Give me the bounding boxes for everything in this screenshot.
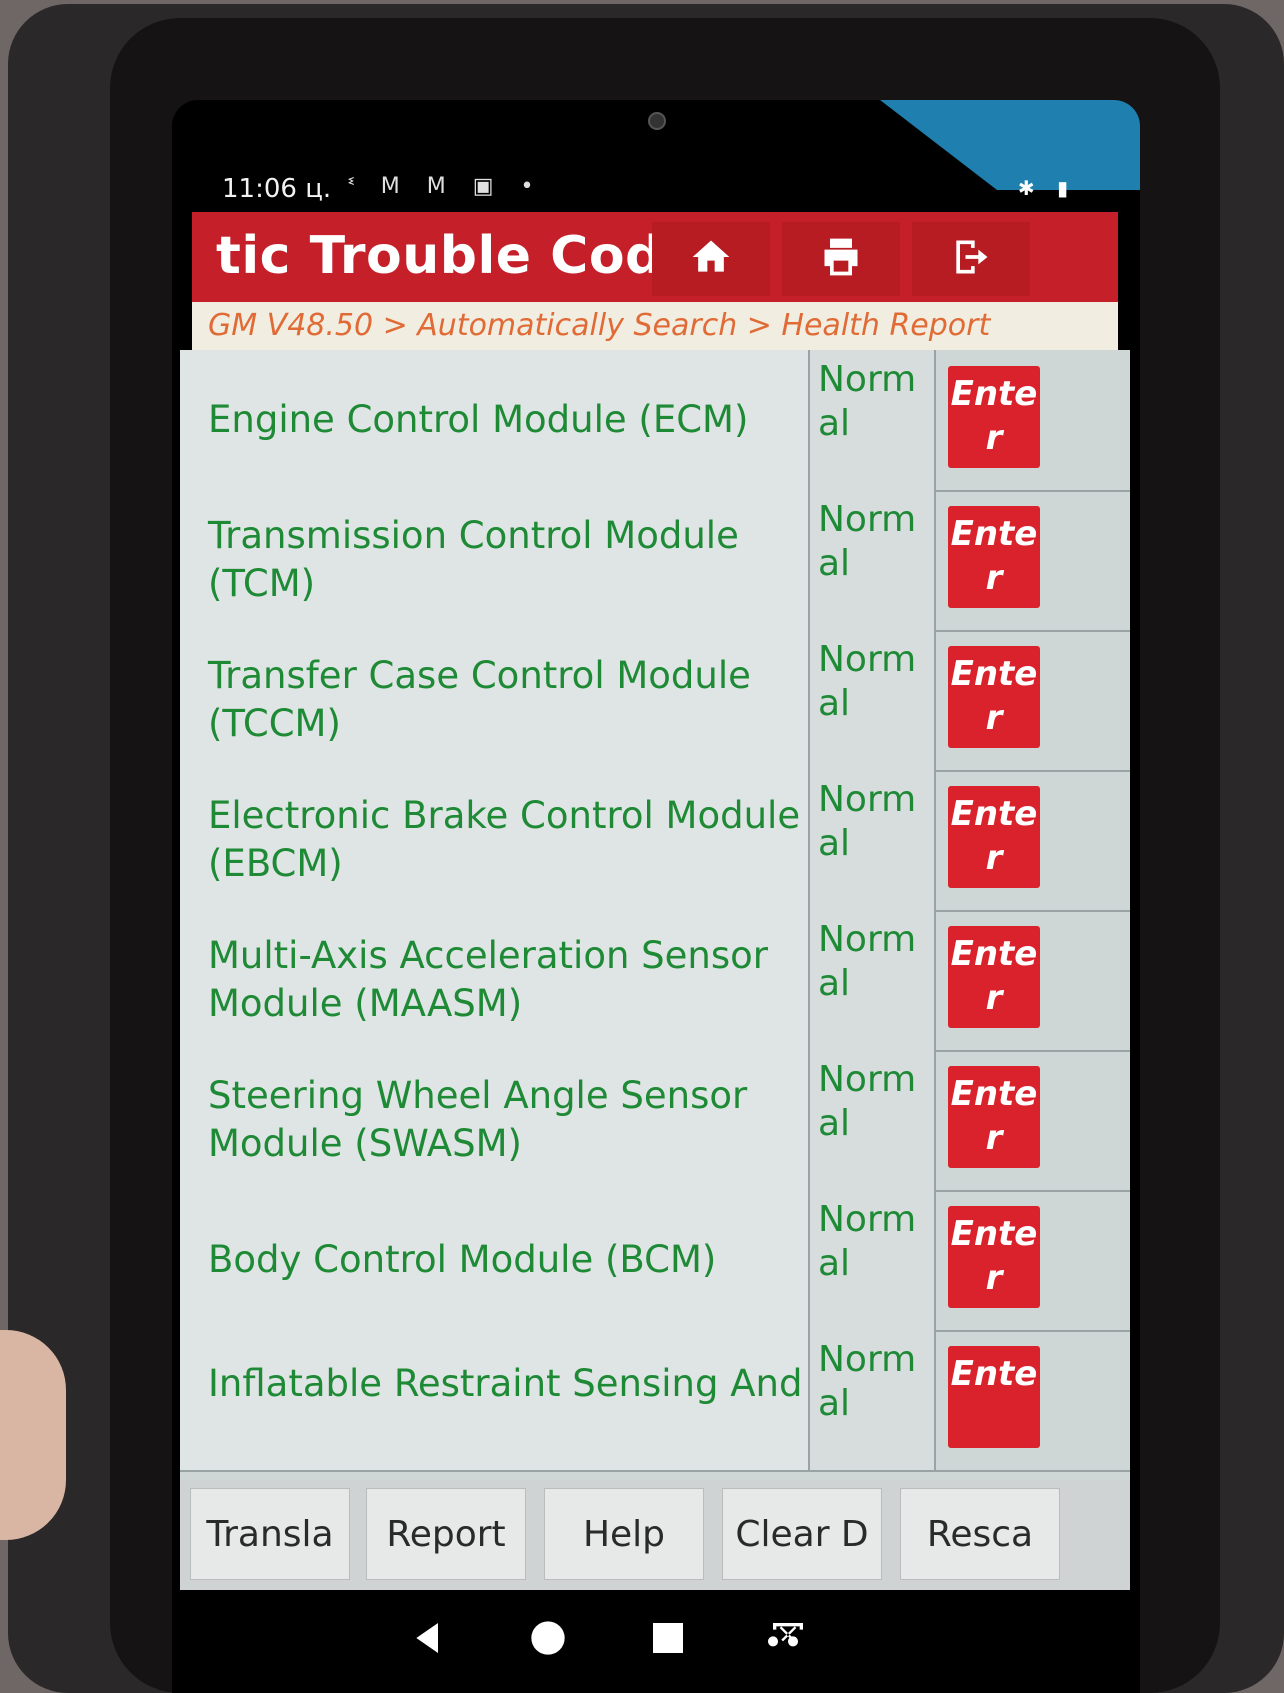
enter-button[interactable]: Enter: [948, 646, 1040, 748]
enter-button[interactable]: Ente: [948, 1346, 1040, 1448]
module-name: Body Control Module (BCM): [180, 1190, 810, 1330]
bottom-toolbar: Transla Report Help Clear D Resca: [180, 1480, 1130, 1590]
module-name: Engine Control Module (ECM): [180, 350, 810, 490]
module-row: Inflatable Restraint Sensing And Normal …: [180, 1330, 1130, 1472]
module-row: Steering Wheel Angle Sensor Module (SWAS…: [180, 1050, 1130, 1192]
module-status: Normal: [810, 350, 936, 490]
module-name: Steering Wheel Angle Sensor Module (SWAS…: [180, 1050, 810, 1190]
exit-icon: [949, 235, 993, 283]
bluetooth-battery-icons: ✱ ▮: [1017, 176, 1076, 200]
module-name: Multi-Axis Acceleration Sensor Module (M…: [180, 910, 810, 1050]
module-row: Engine Control Module (ECM) Normal Enter: [180, 350, 1130, 492]
module-status: Normal: [810, 630, 936, 770]
module-name: Transfer Case Control Module (TCCM): [180, 630, 810, 770]
exit-button[interactable]: [912, 222, 1030, 296]
translate-button[interactable]: Transla: [190, 1488, 350, 1580]
screenshot-icon[interactable]: [768, 1618, 808, 1662]
status-time: 11:06 ц.: [222, 174, 332, 204]
screen: 11:06 ц. ᓫ M M ▣ • ✱ ▮ tic Trouble Code …: [172, 100, 1140, 1693]
module-row: Electronic Brake Control Module (EBCM) N…: [180, 770, 1130, 912]
enter-button[interactable]: Enter: [948, 926, 1040, 1028]
module-name: Transmission Control Module (TCM): [180, 490, 810, 630]
finger: [0, 1330, 66, 1540]
rescan-button[interactable]: Resca: [900, 1488, 1060, 1580]
breadcrumb: GM V48.50 > Automatically Search > Healt…: [192, 302, 1118, 350]
title-bar: tic Trouble Code: [192, 212, 1118, 302]
recents-icon[interactable]: [648, 1618, 688, 1662]
module-row: Transfer Case Control Module (TCCM) Norm…: [180, 630, 1130, 772]
home-button[interactable]: [652, 222, 770, 296]
android-nav-bar: [172, 1590, 1140, 1693]
status-bar: 11:06 ц. ᓫ M M ▣ • ✱ ▮: [172, 100, 1140, 212]
module-status: Normal: [810, 1330, 936, 1470]
module-status: Normal: [810, 770, 936, 910]
report-button[interactable]: Report: [366, 1488, 526, 1580]
enter-button[interactable]: Enter: [948, 1206, 1040, 1308]
module-row: Transmission Control Module (TCM) Normal…: [180, 490, 1130, 632]
notification-icons: ᓫ M M ▣ •: [348, 174, 544, 199]
module-status: Normal: [810, 910, 936, 1050]
module-name: Electronic Brake Control Module (EBCM): [180, 770, 810, 910]
help-button[interactable]: Help: [544, 1488, 704, 1580]
clear-dtc-button[interactable]: Clear D: [722, 1488, 882, 1580]
module-row: Multi-Axis Acceleration Sensor Module (M…: [180, 910, 1130, 1052]
module-row: Body Control Module (BCM) Normal Enter: [180, 1190, 1130, 1332]
enter-button[interactable]: Enter: [948, 786, 1040, 888]
module-status: Normal: [810, 1190, 936, 1330]
module-status: Normal: [810, 1050, 936, 1190]
module-name: Inflatable Restraint Sensing And: [180, 1330, 810, 1470]
home-icon: [689, 235, 733, 283]
page-title: tic Trouble Code: [216, 226, 699, 286]
enter-button[interactable]: Enter: [948, 1066, 1040, 1168]
enter-button[interactable]: Enter: [948, 366, 1040, 468]
module-status: Normal: [810, 490, 936, 630]
back-icon[interactable]: [408, 1618, 448, 1662]
module-list[interactable]: Engine Control Module (ECM) Normal Enter…: [180, 350, 1130, 1550]
print-button[interactable]: [782, 222, 900, 296]
home-nav-icon[interactable]: [528, 1618, 568, 1662]
enter-button[interactable]: Enter: [948, 506, 1040, 608]
printer-icon: [819, 235, 863, 283]
